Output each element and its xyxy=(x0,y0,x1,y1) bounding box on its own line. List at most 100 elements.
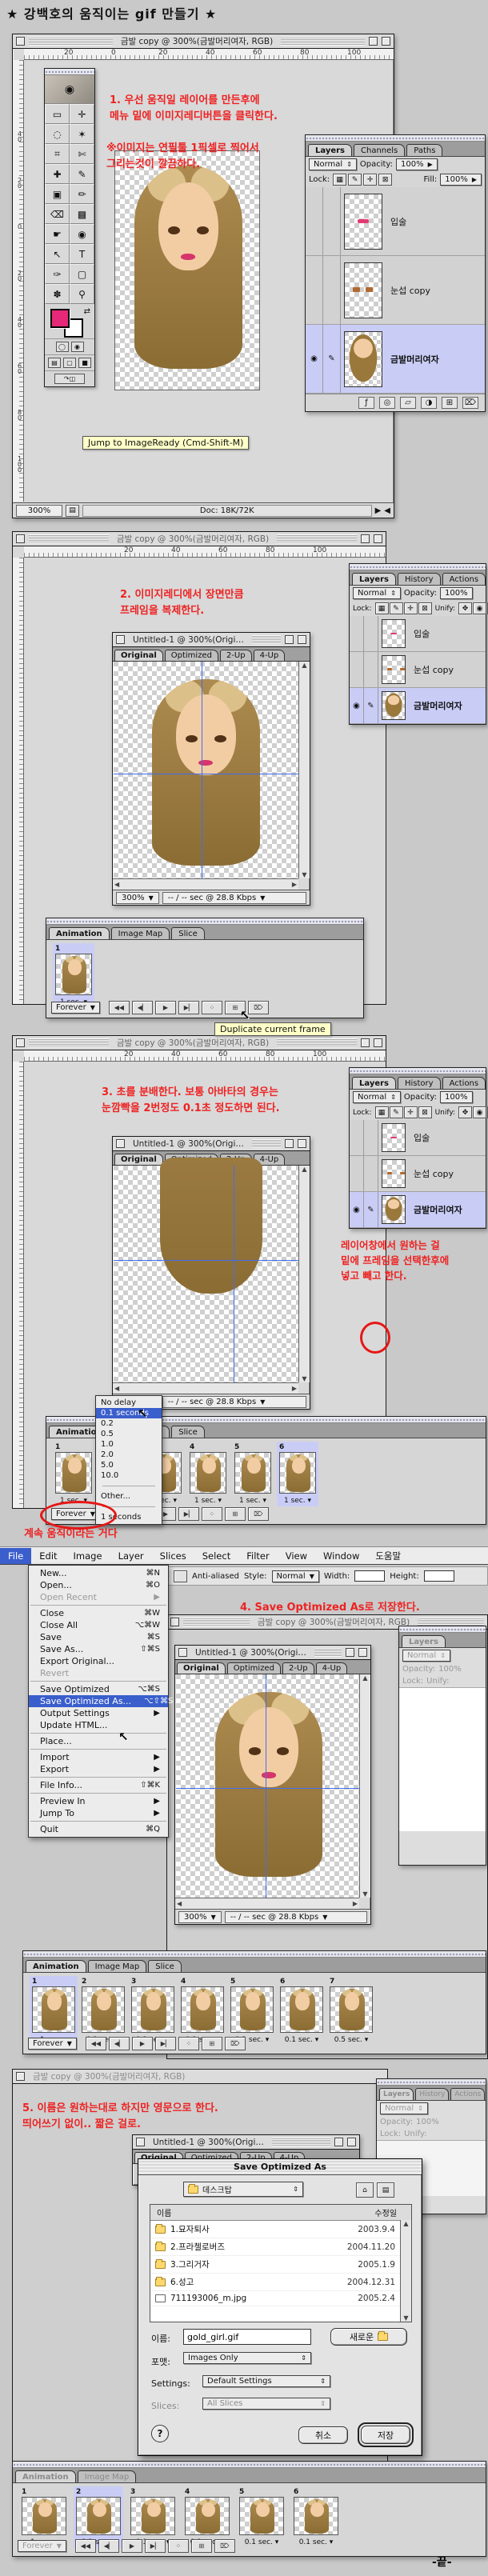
menu-bar-item[interactable]: Image xyxy=(66,1548,110,1564)
layer-row[interactable]: 눈섭 copy xyxy=(306,256,485,325)
anim-control-button[interactable]: ▶▏ xyxy=(178,1507,199,1521)
palette-tab[interactable]: Actions xyxy=(450,2088,485,2100)
frame-delay[interactable]: 1 sec. ▾ xyxy=(284,1497,311,1505)
format-popup[interactable]: Images Only⇕ xyxy=(183,2352,311,2364)
zoom-box[interactable] xyxy=(369,37,378,46)
tool-button[interactable]: ▭ xyxy=(45,104,70,124)
file-menu-item[interactable]: Save Optimized⌥⌘S xyxy=(29,1683,168,1695)
anim-control-button[interactable]: ⌦ xyxy=(214,2539,235,2553)
document-view-tab[interactable]: 2-Up xyxy=(220,650,252,661)
layer-name[interactable]: 입술 xyxy=(409,1131,430,1144)
menu-bar-item[interactable]: Select xyxy=(194,1548,238,1564)
layer-thumbnail[interactable] xyxy=(382,1123,406,1152)
file-menu-item[interactable]: Close⌘W xyxy=(29,1607,168,1619)
palette-tab[interactable]: Actions xyxy=(442,1077,486,1089)
anim-control-button[interactable]: ▶▏ xyxy=(145,2539,166,2553)
file-menu-item[interactable]: Save⌘S xyxy=(29,1631,168,1643)
layer-thumbnail[interactable] xyxy=(382,1159,406,1188)
file-row[interactable]: 2.프라첼로버즈 2004.11.20 xyxy=(150,2238,411,2256)
file-list-header[interactable]: 이름수정일 xyxy=(150,2205,411,2221)
file-menu-item[interactable]: Import▶ xyxy=(29,1751,168,1763)
computer-shortcut-button[interactable]: ⌂ xyxy=(356,2182,374,2198)
eye-icon[interactable] xyxy=(350,1156,364,1191)
tool-button[interactable]: ✚ xyxy=(45,164,70,184)
file-menu-item[interactable]: New...⌘N xyxy=(29,1567,168,1579)
anim-control-button[interactable]: ▶ xyxy=(132,2037,153,2050)
layer-edit-icon[interactable]: ✎ xyxy=(323,325,341,393)
anim-control-button[interactable]: ◀▏ xyxy=(109,2037,130,2050)
anim-control-button[interactable]: ⌦ xyxy=(248,1001,269,1014)
palette-drag-bar[interactable] xyxy=(306,135,485,142)
anim-control-button[interactable]: ⁘ xyxy=(202,1507,222,1521)
layer-thumbnail[interactable] xyxy=(344,194,382,250)
animation-frame[interactable]: 1 1 sec. ▾ xyxy=(53,943,94,1008)
tool-button[interactable]: ↖ xyxy=(45,244,70,264)
menu-bar-item[interactable]: 도움말 xyxy=(367,1547,409,1565)
lock-icon[interactable]: ⊠ xyxy=(418,602,432,614)
layer-edit-icon[interactable]: ✎ xyxy=(364,688,378,723)
eye-icon[interactable] xyxy=(306,187,323,255)
lock-icon[interactable]: ✎ xyxy=(348,174,362,186)
slices-popup[interactable]: All Slices⇕ xyxy=(202,2398,330,2410)
layer-thumbnail[interactable] xyxy=(344,331,382,387)
layer-name[interactable]: 금발머리여자 xyxy=(409,699,462,712)
anim-control-button[interactable]: ⌦ xyxy=(248,1507,269,1521)
layer-name[interactable]: 입술 xyxy=(409,627,430,640)
unify-icon[interactable]: ◉ xyxy=(473,602,486,614)
file-menu-item[interactable]: Export Original... xyxy=(29,1655,168,1667)
file-menu-item[interactable]: Export▶ xyxy=(29,1763,168,1775)
menu-bar-item[interactable]: Layer xyxy=(110,1548,152,1564)
tool-button[interactable]: ⚲ xyxy=(70,284,94,304)
anim-control-button[interactable]: ◀▏ xyxy=(98,2539,119,2553)
layer-edit-icon[interactable] xyxy=(323,187,341,255)
file-menu-item[interactable]: Revert xyxy=(29,1667,168,1679)
layer-edit-icon[interactable] xyxy=(364,1156,378,1191)
list-scrollbar[interactable]: ▲▼ xyxy=(400,2220,411,2322)
document-view-tab[interactable]: Original xyxy=(114,650,163,661)
delay-menu-item[interactable]: 0.2 xyxy=(96,1418,162,1429)
opacity-value[interactable]: 100%▶ xyxy=(396,158,438,170)
document-view-tab[interactable]: 4-Up xyxy=(316,1662,348,1674)
tool-button[interactable]: ✛ xyxy=(70,104,94,124)
eye-icon[interactable] xyxy=(306,256,323,324)
file-menu-item[interactable]: Place... xyxy=(29,1735,168,1747)
layer-row[interactable]: 눈섭 copy xyxy=(350,652,486,688)
delay-menu-item[interactable]: 10.0 xyxy=(96,1470,162,1481)
animation-frame[interactable]: 1 1 sec. ▾ xyxy=(53,1442,94,1506)
blend-mode-popup[interactable]: Normal⇕ xyxy=(309,158,357,170)
anim-control-button[interactable]: ◀▏ xyxy=(132,1001,153,1014)
fill-value[interactable]: 100%▶ xyxy=(440,174,482,186)
status-arrow-icon[interactable]: ▶ xyxy=(375,506,382,515)
tool-button[interactable]: ▩ xyxy=(70,204,94,224)
lock-icon[interactable]: ▦ xyxy=(333,174,346,186)
layer-row[interactable]: 입술 xyxy=(350,616,486,652)
style-popup[interactable]: Normal▼ xyxy=(272,1570,319,1582)
anim-control-button[interactable]: ⊞ xyxy=(225,1507,246,1521)
palette-bottom-icon[interactable]: ⌦ xyxy=(462,397,478,409)
animation-tab[interactable]: Image Map xyxy=(88,1960,147,1972)
close-box[interactable] xyxy=(16,37,25,46)
frame-delay[interactable]: 1 sec. ▾ xyxy=(194,1497,222,1505)
delay-menu-item[interactable] xyxy=(96,1481,162,1491)
new-folder-button[interactable]: 새로운 xyxy=(330,2328,407,2346)
animation-tab[interactable]: Slice xyxy=(171,1426,205,1438)
animation-tab[interactable]: Image Map xyxy=(78,2470,137,2482)
delay-menu-item[interactable]: 0.5 xyxy=(96,1429,162,1439)
lock-icon[interactable]: ⊠ xyxy=(378,174,392,186)
file-menu-item[interactable]: Save As...⇧⌘S xyxy=(29,1643,168,1655)
layer-name[interactable]: 눈섭 copy xyxy=(409,663,454,676)
height-field[interactable] xyxy=(424,1570,454,1582)
document-view-tab[interactable]: Optimized xyxy=(227,1662,281,1674)
delay-menu-item[interactable]: 5.0 xyxy=(96,1460,162,1470)
tool-button[interactable]: ✎ xyxy=(70,164,94,184)
anim-control-button[interactable]: ▶ xyxy=(122,2539,142,2553)
menu-bar-item[interactable]: Window xyxy=(315,1548,367,1564)
palette-tab[interactable]: Layers xyxy=(379,2088,414,2100)
layer-row[interactable]: 입술 xyxy=(350,1120,486,1156)
vertical-scrollbar[interactable]: ▲▼ xyxy=(359,1674,370,1898)
menu-bar-item[interactable]: Filter xyxy=(238,1548,277,1564)
tool-button[interactable]: ✶ xyxy=(70,124,94,144)
palette-tab[interactable]: Actions xyxy=(442,573,486,585)
checkbox[interactable] xyxy=(174,1570,187,1582)
horizontal-scrollbar[interactable]: ◀▶ xyxy=(113,1382,298,1394)
